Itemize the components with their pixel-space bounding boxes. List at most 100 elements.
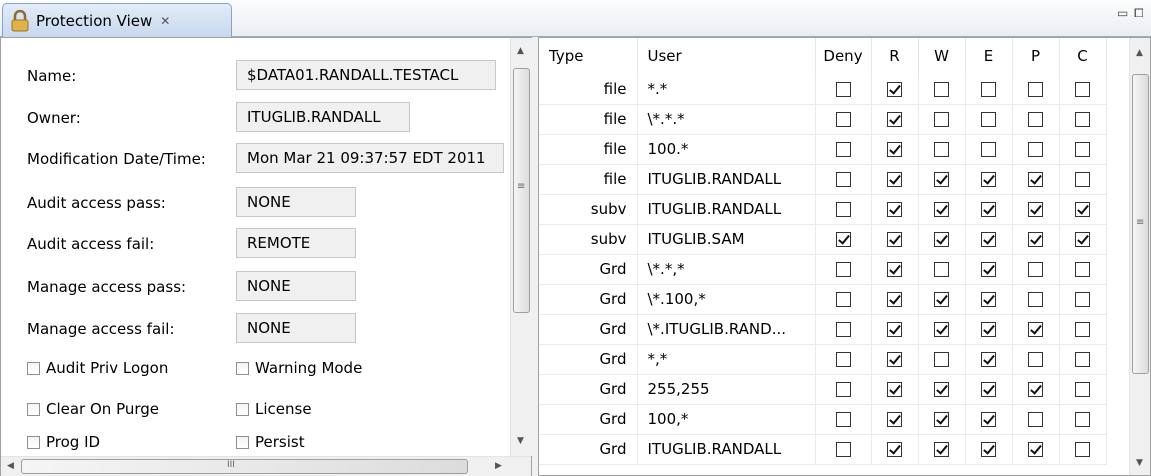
permission-checkbox-p[interactable]: [1028, 322, 1043, 337]
permission-checkbox-p[interactable]: [1028, 292, 1043, 307]
column-header-deny[interactable]: Deny: [815, 38, 872, 74]
scroll-down-arrow-icon[interactable]: ▼: [517, 436, 524, 446]
permission-checkbox-w[interactable]: [934, 322, 949, 337]
permission-checkbox-p[interactable]: [1028, 262, 1043, 277]
permission-checkbox-w[interactable]: [934, 81, 949, 97]
permission-checkbox-c[interactable]: [1075, 292, 1090, 307]
maximize-icon[interactable]: ⧠: [1134, 6, 1144, 21]
table-vertical-scrollbar[interactable]: ▲ ≡ ▼: [1129, 38, 1150, 475]
option-checkbox[interactable]: Audit Priv Logon: [27, 359, 168, 377]
permission-checkbox-c[interactable]: [1075, 442, 1090, 457]
permission-checkbox-deny[interactable]: [835, 81, 851, 97]
table-row[interactable]: Grd *,*: [539, 344, 1107, 375]
column-header-c[interactable]: C: [1059, 38, 1107, 74]
permission-checkbox-w[interactable]: [934, 112, 949, 127]
tab-protection-view[interactable]: Protection View ✕: [2, 3, 232, 37]
permission-checkbox-c[interactable]: [1075, 412, 1090, 427]
permission-checkbox-p[interactable]: [1028, 442, 1043, 457]
scroll-up-arrow-icon[interactable]: ▲: [1136, 48, 1143, 58]
permission-checkbox-p[interactable]: [1028, 112, 1043, 127]
permission-checkbox-e[interactable]: [981, 382, 996, 397]
permission-checkbox-r[interactable]: [887, 232, 902, 247]
permission-checkbox-deny[interactable]: [835, 112, 851, 127]
permission-checkbox-e[interactable]: [981, 352, 996, 367]
table-scrollbar-thumb[interactable]: ≡: [1132, 74, 1149, 374]
permission-checkbox-r[interactable]: [887, 112, 902, 127]
permission-checkbox-w[interactable]: [934, 352, 949, 367]
permission-checkbox-p[interactable]: [1028, 232, 1043, 247]
permission-checkbox-deny[interactable]: [835, 382, 851, 397]
permission-checkbox-e[interactable]: [981, 81, 996, 97]
close-icon[interactable]: ✕: [160, 14, 170, 28]
permission-checkbox-p[interactable]: [1028, 81, 1043, 97]
minimize-icon[interactable]: ▭: [1117, 6, 1128, 20]
permission-checkbox-r[interactable]: [887, 142, 902, 157]
permission-checkbox-e[interactable]: [981, 232, 996, 247]
permission-checkbox-w[interactable]: [934, 262, 949, 277]
table-row[interactable]: file ITUGLIB.RANDALL: [539, 164, 1107, 195]
option-checkbox[interactable]: Persist: [236, 433, 305, 451]
permission-checkbox-w[interactable]: [934, 442, 949, 457]
permission-checkbox-deny[interactable]: [835, 292, 851, 307]
permission-checkbox-w[interactable]: [934, 202, 949, 217]
permission-checkbox-r[interactable]: [887, 81, 902, 97]
checkbox-box[interactable]: [27, 361, 40, 375]
permission-checkbox-deny[interactable]: [835, 232, 851, 247]
permission-checkbox-deny[interactable]: [835, 442, 851, 457]
permission-checkbox-w[interactable]: [934, 382, 949, 397]
permission-checkbox-r[interactable]: [887, 442, 902, 457]
permission-checkbox-p[interactable]: [1028, 382, 1043, 397]
permission-checkbox-r[interactable]: [887, 262, 902, 277]
column-header-e[interactable]: E: [965, 38, 1013, 74]
table-row[interactable]: Grd 100,*: [539, 404, 1107, 435]
table-row[interactable]: Grd 255,255: [539, 374, 1107, 405]
permission-checkbox-p[interactable]: [1028, 172, 1043, 187]
option-checkbox[interactable]: License: [236, 400, 312, 418]
permission-checkbox-c[interactable]: [1075, 81, 1090, 97]
permission-checkbox-p[interactable]: [1028, 412, 1043, 427]
column-header-user[interactable]: User: [637, 38, 816, 74]
permission-checkbox-e[interactable]: [981, 322, 996, 337]
permission-checkbox-p[interactable]: [1028, 202, 1043, 217]
scroll-right-arrow-icon[interactable]: ▶: [495, 461, 502, 471]
checkbox-box[interactable]: [236, 402, 249, 416]
permission-checkbox-r[interactable]: [887, 412, 902, 427]
permission-checkbox-w[interactable]: [934, 232, 949, 247]
permission-checkbox-e[interactable]: [981, 142, 996, 157]
permission-checkbox-r[interactable]: [887, 382, 902, 397]
permission-checkbox-p[interactable]: [1028, 352, 1043, 367]
permission-checkbox-r[interactable]: [887, 292, 902, 307]
table-row[interactable]: file *.*: [539, 74, 1107, 105]
column-header-w[interactable]: W: [918, 38, 966, 74]
permission-checkbox-c[interactable]: [1075, 382, 1090, 397]
checkbox-box[interactable]: [236, 361, 249, 375]
scroll-down-arrow-icon[interactable]: ▼: [1136, 458, 1143, 468]
permission-checkbox-r[interactable]: [887, 352, 902, 367]
permission-checkbox-c[interactable]: [1075, 352, 1090, 367]
permission-checkbox-p[interactable]: [1028, 142, 1043, 157]
column-header-type[interactable]: Type: [539, 38, 638, 74]
table-row[interactable]: Grd ITUGLIB.RANDALL: [539, 434, 1107, 465]
permission-checkbox-r[interactable]: [887, 172, 902, 187]
table-row[interactable]: file \*.*.*: [539, 104, 1107, 135]
permission-checkbox-e[interactable]: [981, 412, 996, 427]
option-checkbox[interactable]: Prog ID: [27, 433, 100, 451]
permission-checkbox-e[interactable]: [981, 262, 996, 277]
permission-checkbox-w[interactable]: [934, 412, 949, 427]
permission-checkbox-c[interactable]: [1075, 262, 1090, 277]
permission-checkbox-r[interactable]: [887, 202, 902, 217]
option-checkbox[interactable]: Warning Mode: [236, 359, 362, 377]
vertical-scrollbar[interactable]: ▲ ≡ ▼: [510, 38, 532, 456]
permission-checkbox-r[interactable]: [887, 322, 902, 337]
checkbox-box[interactable]: [236, 435, 249, 449]
permission-checkbox-e[interactable]: [981, 202, 996, 217]
permission-checkbox-deny[interactable]: [835, 412, 851, 427]
permission-checkbox-e[interactable]: [981, 172, 996, 187]
permission-checkbox-c[interactable]: [1075, 322, 1090, 337]
permission-checkbox-w[interactable]: [934, 292, 949, 307]
table-row[interactable]: subv ITUGLIB.SAM: [539, 224, 1107, 255]
permission-checkbox-e[interactable]: [981, 292, 996, 307]
table-row[interactable]: Grd \*.100,*: [539, 284, 1107, 315]
permission-checkbox-w[interactable]: [934, 172, 949, 187]
table-row[interactable]: Grd \*.ITUGLIB.RAND...: [539, 314, 1107, 345]
